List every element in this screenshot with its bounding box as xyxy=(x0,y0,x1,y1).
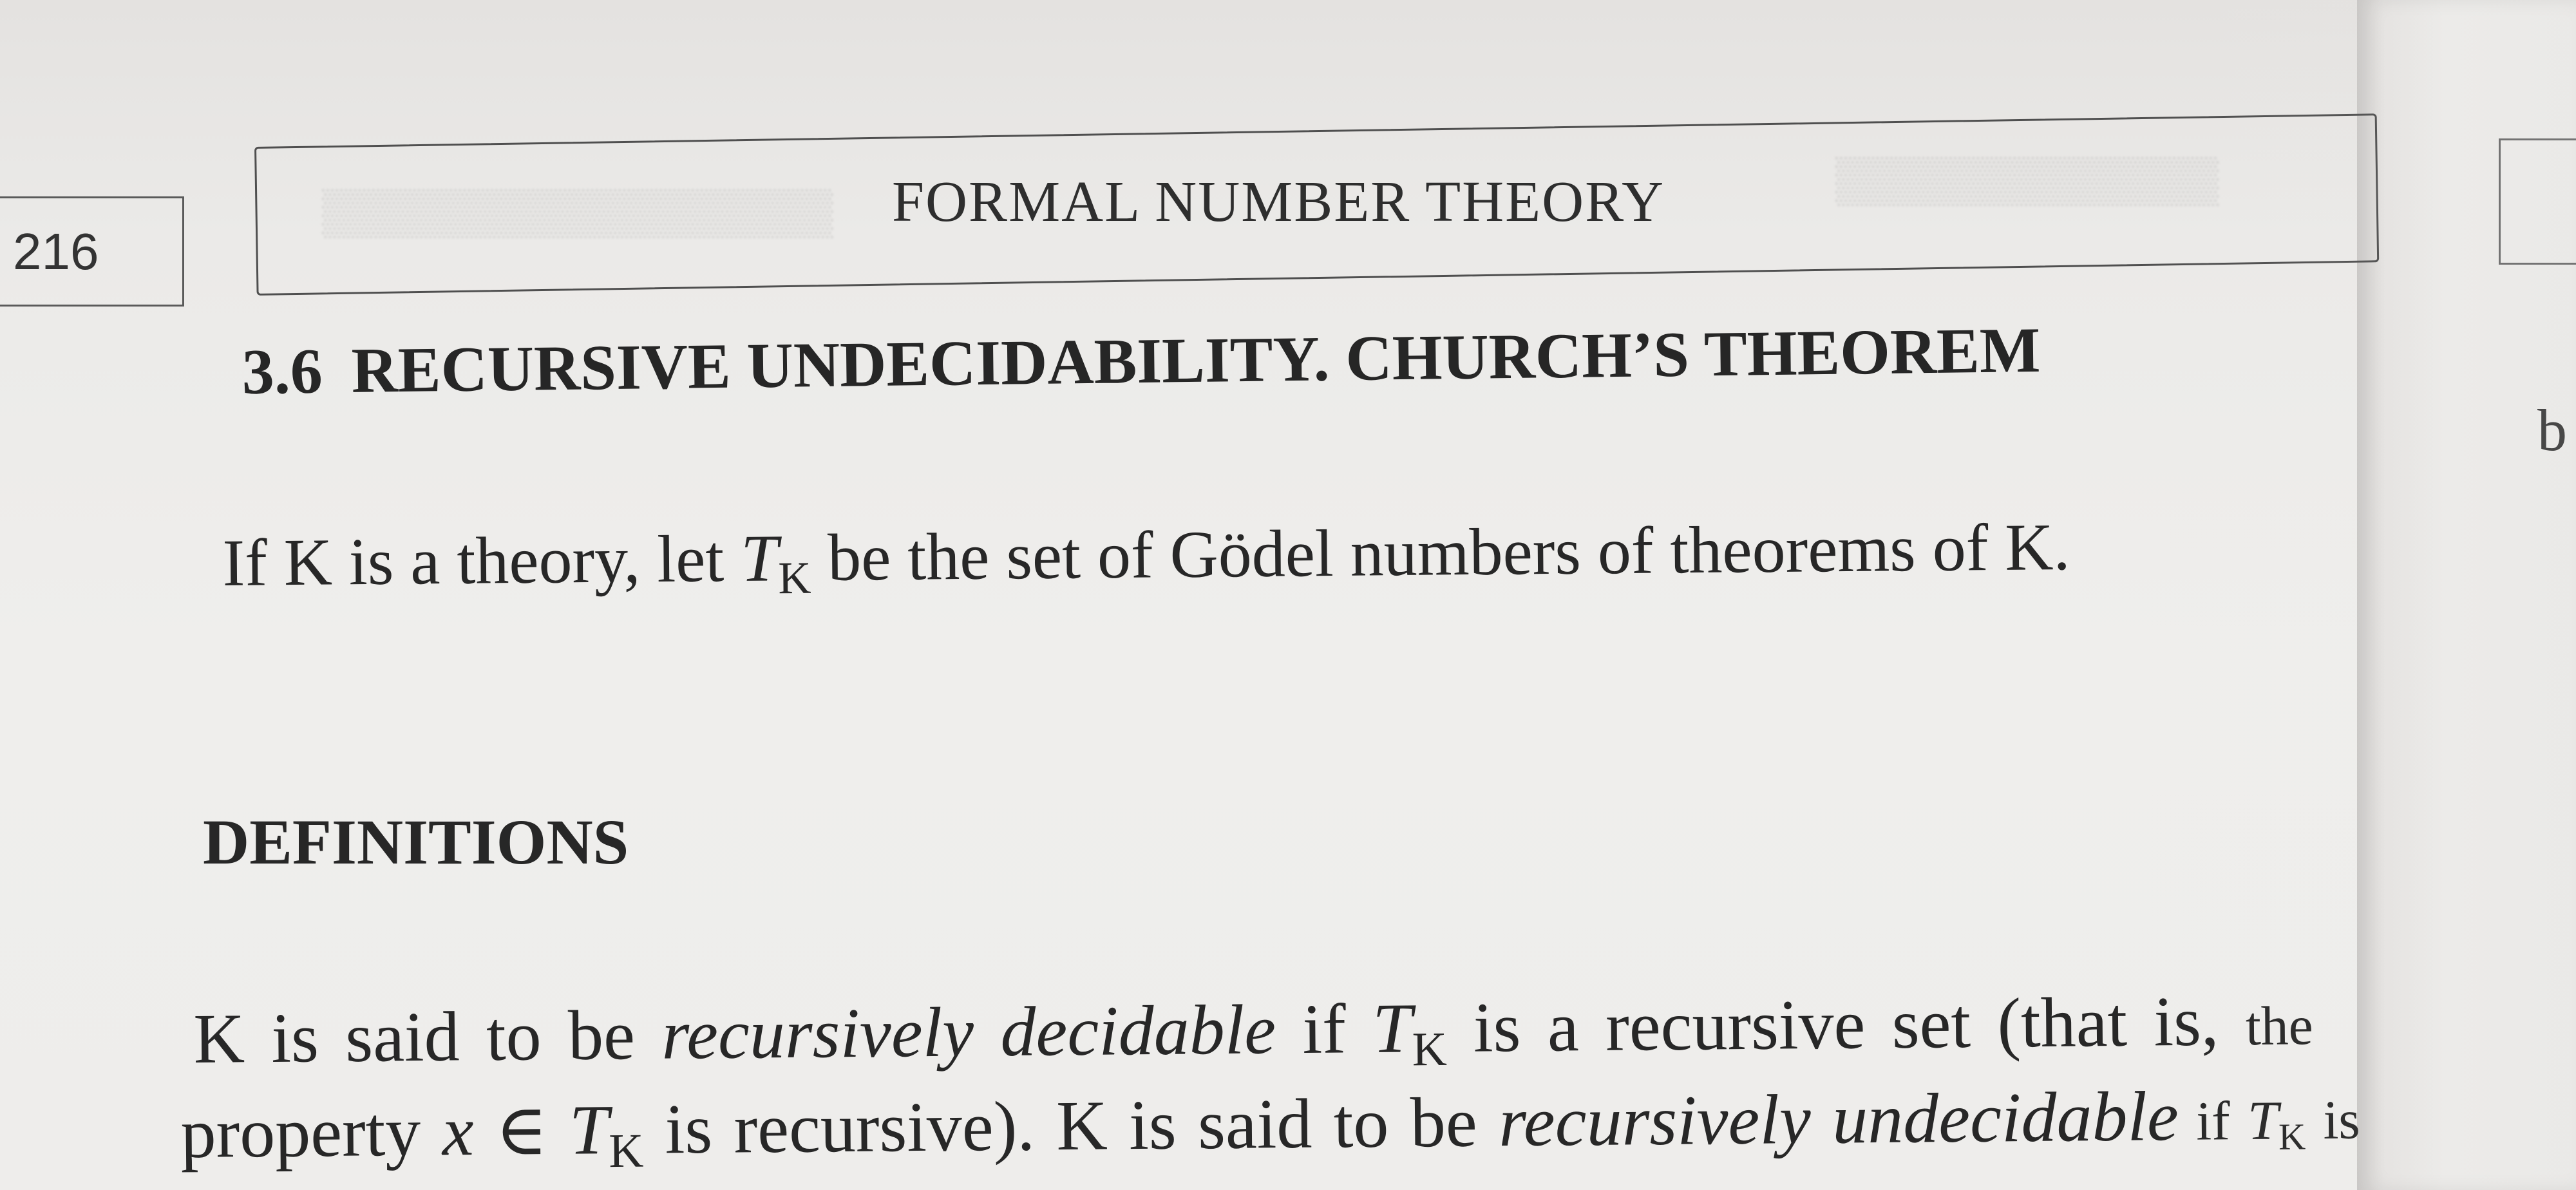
emphasis-term: recursively decidable xyxy=(661,990,1276,1074)
running-title: FORMAL NUMBER THEORY xyxy=(892,170,1665,234)
body-text: is a recursive set (that is, xyxy=(1446,981,2246,1068)
definitions-heading: DEFINITIONS xyxy=(203,806,629,878)
emphasis-term: recursively undecidable xyxy=(1498,1076,2179,1162)
math-T: T xyxy=(740,521,779,596)
intro-text: be the set of Gödel numbers of theorems … xyxy=(810,509,2070,596)
math-subscript: K xyxy=(609,1124,644,1178)
show-through-text: ▒▒▒▒▒▒▒▒▒▒▒▒ xyxy=(1835,155,2219,205)
adjacent-page-letter: b xyxy=(2537,397,2567,463)
body-text: property xyxy=(180,1091,443,1173)
definition-line: property x ∈ TK is recursive). K is said… xyxy=(180,1072,2360,1182)
body-text: is recursive). K is said to be xyxy=(643,1082,1499,1169)
math-subscript: K xyxy=(2278,1115,2306,1158)
definition-line: K is said to be recursively decidable if… xyxy=(193,979,2313,1088)
body-text: K is said to be xyxy=(193,995,662,1078)
body-text: the xyxy=(2245,995,2314,1057)
math-T: T xyxy=(569,1090,609,1169)
show-through-text: ▒▒▒▒▒▒▒▒▒▒▒▒▒▒▒▒ xyxy=(322,187,833,237)
body-text: if xyxy=(1275,989,1373,1069)
math-T: T xyxy=(2247,1090,2279,1151)
intro-text: If K is a theory, let xyxy=(222,521,741,600)
math-T: T xyxy=(1372,988,1412,1068)
body-text: if xyxy=(2178,1090,2248,1152)
section-number: 3.6 xyxy=(242,335,323,408)
page-number: 216 xyxy=(13,223,99,280)
math-element-of: ∈ xyxy=(473,1090,570,1171)
adjacent-page-box xyxy=(2499,138,2576,265)
math-subscript: K xyxy=(778,552,811,604)
math-subscript: K xyxy=(1412,1022,1448,1077)
math-x: x xyxy=(442,1091,475,1171)
body-text: is xyxy=(2305,1089,2361,1151)
intro-paragraph: If K is a theory, let TK be the set of G… xyxy=(222,509,2070,610)
